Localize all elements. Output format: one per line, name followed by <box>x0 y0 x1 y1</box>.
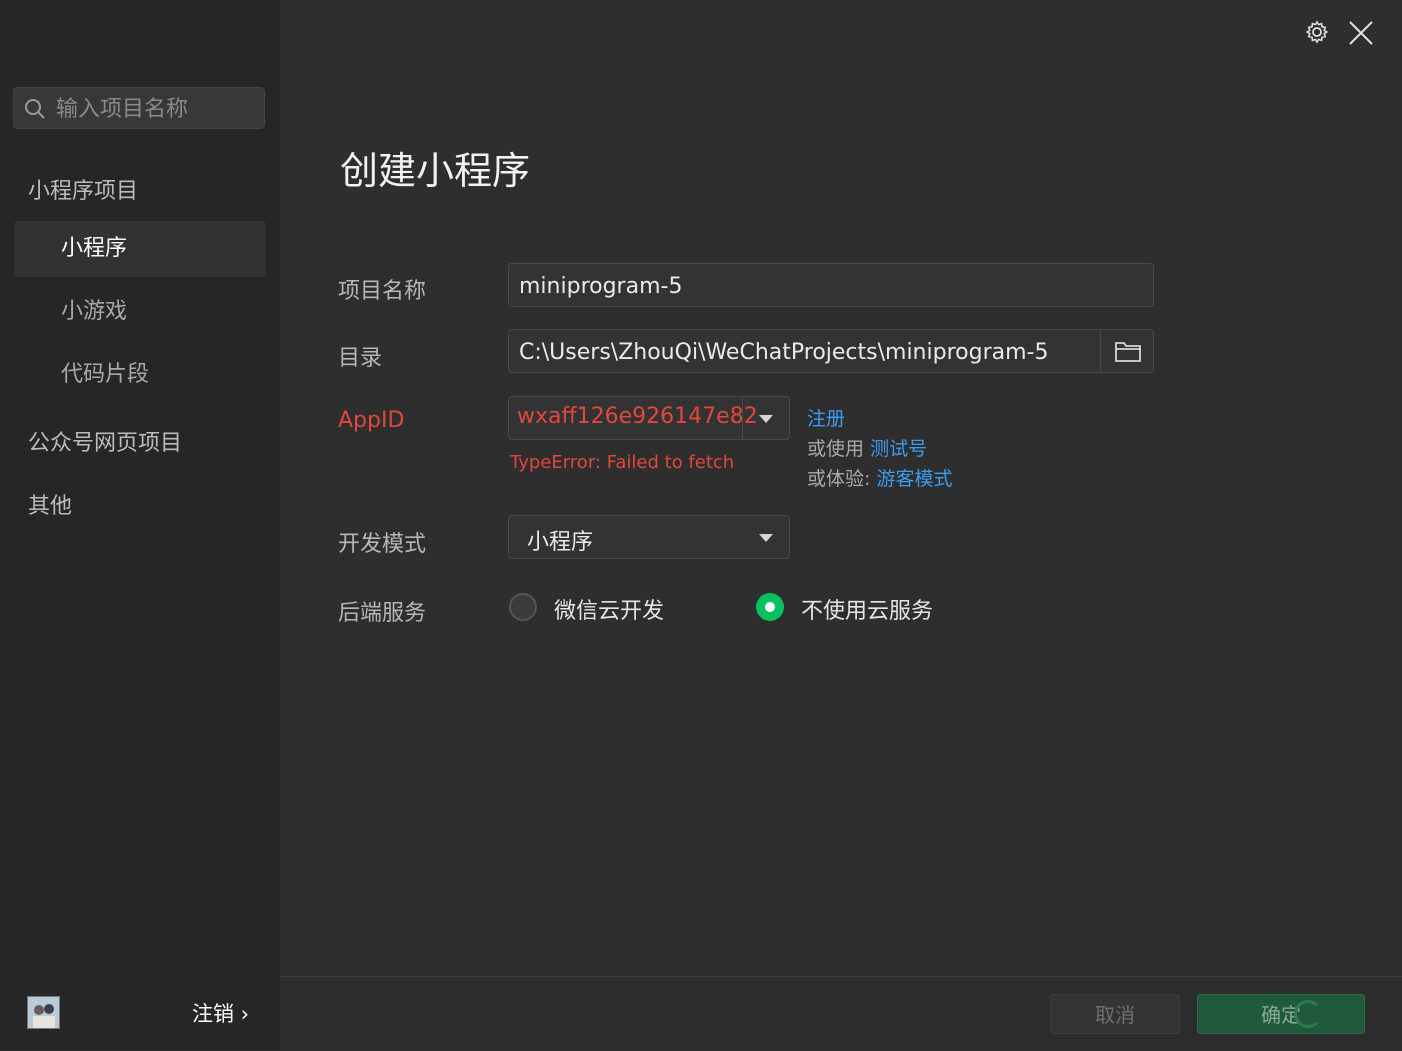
radio-label-no-cloud[interactable]: 不使用云服务 <box>801 593 933 625</box>
sidebar-item-miniprogram[interactable]: 小程序 <box>14 221 266 277</box>
folder-icon <box>1115 342 1141 362</box>
dev-mode-value: 小程序 <box>527 530 594 555</box>
sidebar-item-minigame[interactable]: 小游戏 <box>14 284 266 340</box>
appid-dropdown-button[interactable] <box>742 397 789 439</box>
sidebar-item-code-snippet[interactable]: 代码片段 <box>14 347 266 403</box>
appid-error-message: TypeError: Failed to fetch <box>510 452 735 473</box>
nav-group-other[interactable]: 其他 <box>28 488 72 520</box>
radio-wechat-cloud[interactable] <box>509 593 537 621</box>
search-icon <box>25 99 45 119</box>
project-name-input[interactable] <box>517 264 1141 308</box>
confirm-button[interactable]: 确定 <box>1197 994 1365 1034</box>
logout-button[interactable]: 注销 › <box>192 998 249 1028</box>
nav-group-official-account[interactable]: 公众号网页项目 <box>28 425 182 457</box>
dropdown-arrow-icon <box>759 415 773 423</box>
sidebar: 小程序项目 小程序 小游戏 代码片段 公众号网页项目 其他 注销 › <box>0 0 280 1050</box>
dropdown-arrow-icon <box>759 534 773 542</box>
page-title: 创建小程序 <box>340 149 531 193</box>
appid-label: AppID <box>338 408 405 433</box>
project-name-label: 项目名称 <box>338 279 427 304</box>
appid-value: wxaff126e926147e82 <box>517 404 758 429</box>
gear-icon[interactable] <box>1305 20 1329 44</box>
project-name-field[interactable] <box>508 263 1154 308</box>
directory-label: 目录 <box>338 346 383 371</box>
search-box[interactable] <box>13 87 265 130</box>
experience-prefix: 或体验: <box>807 468 871 490</box>
dev-mode-select[interactable]: 小程序 <box>508 515 790 559</box>
close-icon[interactable] <box>1348 20 1374 46</box>
cancel-button[interactable]: 取消 <box>1050 994 1180 1034</box>
test-account-link[interactable]: 测试号 <box>870 438 927 460</box>
register-link[interactable]: 注册 <box>807 408 845 430</box>
nav-group-miniprogram[interactable]: 小程序项目 <box>28 173 138 205</box>
search-input[interactable] <box>54 88 263 130</box>
dev-mode-label: 开发模式 <box>338 532 427 557</box>
radio-no-cloud[interactable] <box>756 593 784 621</box>
create-miniprogram-window: 小程序项目 小程序 小游戏 代码片段 公众号网页项目 其他 注销 › 创建小程序… <box>0 0 1402 1051</box>
use-prefix: 或使用 <box>807 438 865 460</box>
appid-options: 注册 或使用 测试号 或体验: 游客模式 <box>807 404 952 494</box>
appid-select[interactable]: wxaff126e926147e82 <box>508 396 790 440</box>
radio-label-wechat-cloud[interactable]: 微信云开发 <box>554 593 664 625</box>
loading-spinner-icon <box>1294 1000 1322 1028</box>
backend-label: 后端服务 <box>338 601 427 626</box>
avatar[interactable] <box>27 996 60 1029</box>
directory-input[interactable] <box>517 330 1101 374</box>
guest-mode-link[interactable]: 游客模式 <box>876 468 952 490</box>
browse-folder-button[interactable] <box>1100 330 1153 372</box>
avatar-image <box>28 997 59 1028</box>
directory-field[interactable] <box>508 329 1154 374</box>
